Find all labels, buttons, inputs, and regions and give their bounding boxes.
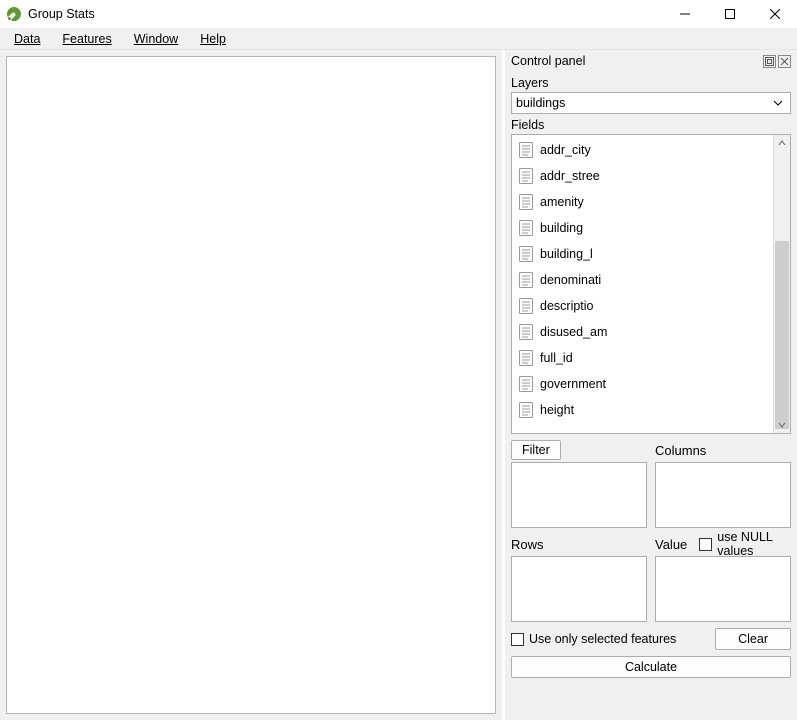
close-button[interactable] — [752, 0, 797, 28]
fields-label: Fields — [511, 118, 791, 132]
columns-dropbox[interactable] — [655, 462, 791, 528]
field-label: government — [540, 377, 606, 391]
scroll-up-icon[interactable] — [774, 135, 790, 151]
layers-select[interactable]: buildings — [511, 92, 791, 114]
field-row[interactable]: building — [512, 215, 773, 241]
app-icon — [6, 6, 22, 22]
columns-label: Columns — [655, 443, 706, 458]
field-icon — [518, 323, 534, 341]
scroll-down-icon[interactable] — [774, 417, 790, 433]
field-icon — [518, 245, 534, 263]
field-label: building_l — [540, 247, 593, 261]
window: Group Stats Data Features Window Help Co… — [0, 0, 797, 720]
panel-dock-icon[interactable] — [763, 55, 776, 68]
field-icon — [518, 141, 534, 159]
rows-label: Rows — [511, 537, 544, 552]
field-label: addr_stree — [540, 169, 600, 183]
field-row[interactable]: amenity — [512, 189, 773, 215]
only-selected-checkbox[interactable] — [511, 633, 524, 646]
fields-list[interactable]: addr_city addr_streeamenity building buildi… — [512, 135, 773, 433]
field-row[interactable]: addr_city — [512, 137, 773, 163]
field-icon — [518, 375, 534, 393]
fields-scrollbar[interactable] — [773, 135, 790, 433]
filter-dropbox[interactable] — [511, 462, 647, 528]
value-dropbox[interactable] — [655, 556, 791, 622]
rows-dropbox[interactable] — [511, 556, 647, 622]
left-pane — [0, 50, 502, 720]
clear-button[interactable]: Clear — [715, 628, 791, 650]
use-null-checkbox[interactable] — [699, 538, 712, 551]
only-selected-label: Use only selected features — [529, 632, 676, 646]
panel-header: Control panel — [511, 50, 791, 72]
field-row[interactable]: building_l — [512, 241, 773, 267]
field-label: full_id — [540, 351, 573, 365]
field-icon — [518, 193, 534, 211]
field-row[interactable]: government — [512, 371, 773, 397]
field-row[interactable]: disused_am — [512, 319, 773, 345]
menu-window[interactable]: Window — [126, 30, 186, 48]
layers-selected-value: buildings — [516, 96, 770, 110]
field-row[interactable]: height — [512, 397, 773, 423]
menu-features[interactable]: Features — [54, 30, 119, 48]
field-label: disused_am — [540, 325, 607, 339]
field-label: denominati — [540, 273, 601, 287]
window-title: Group Stats — [28, 7, 95, 21]
layers-label: Layers — [511, 76, 791, 90]
field-label: building — [540, 221, 583, 235]
panel-close-icon[interactable] — [778, 55, 791, 68]
minimize-button[interactable] — [662, 0, 707, 28]
value-label: Value — [655, 537, 687, 552]
result-canvas — [6, 56, 496, 714]
menu-data[interactable]: Data — [6, 30, 48, 48]
filter-button[interactable]: Filter — [511, 440, 561, 460]
field-icon — [518, 271, 534, 289]
body: Control panel Layers buildings Fields ad… — [0, 50, 797, 720]
scroll-thumb[interactable] — [775, 241, 789, 429]
field-label: amenity — [540, 195, 584, 209]
fields-list-wrap: addr_city addr_streeamenity building buildi… — [511, 134, 791, 434]
field-row[interactable]: denominati — [512, 267, 773, 293]
field-icon — [518, 349, 534, 367]
field-label: height — [540, 403, 574, 417]
only-selected-row[interactable]: Use only selected features — [511, 632, 676, 646]
field-icon — [518, 401, 534, 419]
right-pane: Control panel Layers buildings Fields ad… — [505, 50, 797, 720]
field-label: addr_city — [540, 143, 591, 157]
calculate-button[interactable]: Calculate — [511, 656, 791, 678]
chevron-down-icon — [770, 100, 786, 106]
menu-help[interactable]: Help — [192, 30, 234, 48]
field-row[interactable]: addr_stree — [512, 163, 773, 189]
field-row[interactable]: full_id — [512, 345, 773, 371]
field-icon — [518, 167, 534, 185]
field-icon — [518, 219, 534, 237]
maximize-button[interactable] — [707, 0, 752, 28]
panel-title: Control panel — [511, 54, 761, 68]
use-null-label: use NULL values — [717, 530, 791, 558]
field-icon — [518, 297, 534, 315]
titlebar: Group Stats — [0, 0, 797, 28]
field-row[interactable]: descriptio — [512, 293, 773, 319]
use-null-checkbox-row[interactable]: use NULL values — [699, 530, 791, 558]
field-label: descriptio — [540, 299, 594, 313]
menubar: Data Features Window Help — [0, 28, 797, 50]
